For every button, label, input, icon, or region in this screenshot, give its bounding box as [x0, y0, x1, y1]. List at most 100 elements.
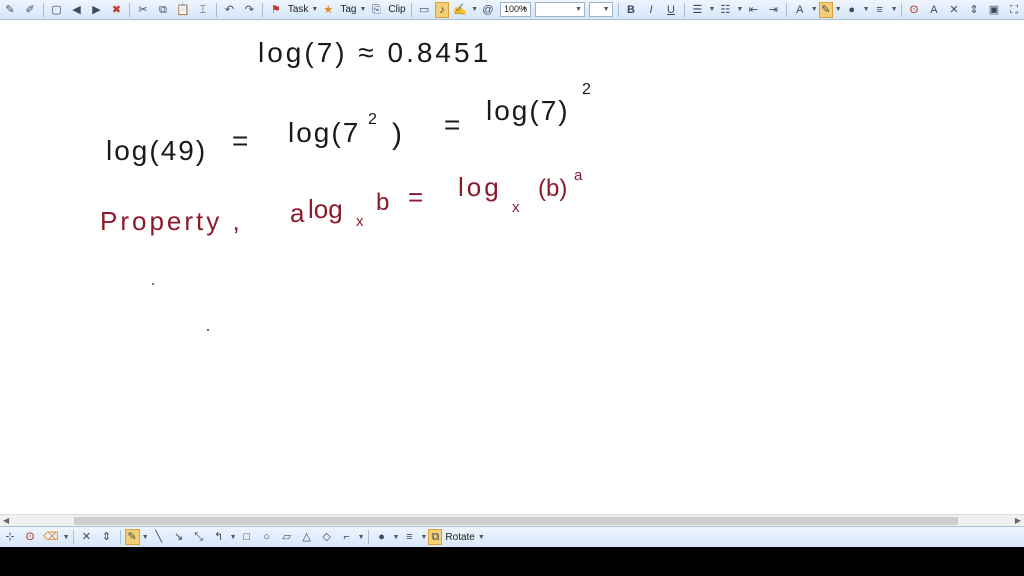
- scrollbar-thumb[interactable]: [74, 517, 958, 525]
- forward-arrow-icon[interactable]: ▶: [87, 2, 105, 18]
- fullscreen-icon[interactable]: ⛶: [1005, 2, 1023, 18]
- edit-icon[interactable]: ✐: [21, 2, 39, 18]
- main-toolbar: ✎ ✐ ▢ ◀ ▶ ✖ ✂ ⧉ 📋 ⌶ ↶ ↷ ⚑ Task ▼ ★ Tag ▼…: [0, 0, 1024, 20]
- ink-line-2-mid-close: ): [392, 118, 402, 151]
- chevron-down-icon[interactable]: ▼: [230, 534, 237, 541]
- chevron-down-icon[interactable]: ▼: [420, 534, 427, 541]
- pen-tool-icon[interactable]: ✎: [1, 2, 19, 18]
- ink-property-equals: =: [408, 182, 423, 212]
- connector-icon[interactable]: ↰: [210, 529, 228, 545]
- copy-icon[interactable]: ⧉: [154, 2, 172, 18]
- outdent-icon[interactable]: ⇤: [744, 2, 762, 18]
- arrange-icon[interactable]: ⧉: [428, 529, 443, 545]
- ink-property-rhs-base: x: [512, 199, 520, 216]
- pen-settings-icon[interactable]: ✍: [451, 2, 469, 18]
- toolbar-divider: [119, 530, 121, 544]
- tag-button[interactable]: Tag: [338, 4, 358, 15]
- insert-space-icon[interactable]: ⇕: [98, 529, 116, 545]
- font-color-button[interactable]: A: [791, 2, 809, 18]
- numbered-list-icon[interactable]: ☷: [716, 2, 734, 18]
- chevron-down-icon[interactable]: ▼: [359, 6, 366, 13]
- undo-icon[interactable]: ↶: [220, 2, 238, 18]
- back-arrow-icon[interactable]: ◀: [67, 2, 85, 18]
- zoom-select[interactable]: 100% ▼: [500, 2, 532, 17]
- double-arrow-icon[interactable]: ⤡: [190, 529, 208, 545]
- page-view-icon[interactable]: ▭: [415, 2, 433, 18]
- clear-format-icon[interactable]: ✕: [945, 2, 963, 18]
- horizontal-scrollbar[interactable]: ◀ ▶: [0, 514, 1024, 526]
- writing-canvas[interactable]: log(7) ≈ 0.8451 log(49) = log(7 2 ) = lo…: [0, 20, 1024, 514]
- ink-property-b: b: [376, 189, 389, 216]
- format-painter-icon[interactable]: ⌶: [194, 2, 212, 18]
- ellipse-icon[interactable]: ○: [258, 529, 276, 545]
- ink-line-2-right: log(7): [486, 95, 570, 126]
- chevron-down-icon[interactable]: ▼: [142, 534, 149, 541]
- font-size-select[interactable]: ▼: [589, 2, 613, 17]
- chevron-down-icon[interactable]: ▼: [393, 534, 400, 541]
- scroll-left-icon[interactable]: ◀: [3, 515, 9, 526]
- pen-color-icon[interactable]: ●: [843, 2, 861, 18]
- ink-property-rhs-log: log: [458, 172, 502, 202]
- select-tool-icon[interactable]: ⊹: [1, 529, 19, 545]
- clip-button[interactable]: Clip: [386, 4, 407, 15]
- page-icon[interactable]: ▣: [985, 2, 1003, 18]
- eraser-icon[interactable]: ⌫: [41, 529, 61, 545]
- delete-icon[interactable]: ✕: [78, 529, 96, 545]
- tag-star-icon[interactable]: ★: [319, 2, 337, 18]
- lasso-icon[interactable]: ʘ: [21, 529, 39, 545]
- audio-icon[interactable]: ♪: [435, 1, 450, 18]
- ink-property-rhs-exponent: a: [574, 167, 583, 184]
- bullet-list-icon[interactable]: ☰: [688, 2, 706, 18]
- at-sign-icon[interactable]: @: [479, 2, 497, 18]
- chevron-down-icon[interactable]: ▼: [811, 6, 818, 13]
- new-page-icon[interactable]: ▢: [47, 2, 65, 18]
- chevron-down-icon[interactable]: ▼: [471, 6, 478, 13]
- freeform-icon[interactable]: ⌐: [338, 529, 356, 545]
- indent-icon[interactable]: ⇥: [764, 2, 782, 18]
- arrow-line-icon[interactable]: ↘: [170, 529, 188, 545]
- chevron-down-icon[interactable]: ▼: [736, 6, 743, 13]
- fill-color-icon[interactable]: ●: [373, 529, 391, 545]
- font-name-select[interactable]: ▼: [535, 2, 586, 17]
- font-size-button[interactable]: A: [925, 2, 943, 18]
- highlighter-icon[interactable]: ✎: [818, 1, 833, 18]
- chevron-down-icon[interactable]: ▼: [358, 534, 365, 541]
- rectangle-icon[interactable]: □: [238, 529, 256, 545]
- paste-icon[interactable]: 📋: [174, 2, 192, 18]
- scroll-right-icon[interactable]: ▶: [1015, 515, 1021, 526]
- toolbar-divider: [72, 530, 74, 544]
- chevron-down-icon[interactable]: ▼: [891, 6, 898, 13]
- line-style-icon[interactable]: ≡: [871, 2, 889, 18]
- bottom-black-bar: [0, 547, 1024, 576]
- ink-property-log: log: [308, 194, 343, 224]
- line-weight-icon[interactable]: ≡: [400, 529, 418, 545]
- chevron-down-icon[interactable]: ▼: [63, 534, 70, 541]
- ink-property-rhs-b: (b): [538, 175, 567, 202]
- triangle-icon[interactable]: △: [298, 529, 316, 545]
- task-flag-icon[interactable]: ⚑: [267, 2, 285, 18]
- line-icon[interactable]: ╲: [150, 529, 168, 545]
- rotate-button[interactable]: Rotate: [443, 532, 476, 543]
- underline-button[interactable]: U: [662, 2, 680, 18]
- parallelogram-icon[interactable]: ▱: [278, 529, 296, 545]
- ink-line-1: log(7) ≈ 0.8451: [258, 37, 491, 68]
- pen-icon[interactable]: ✎: [124, 529, 140, 545]
- lasso-icon[interactable]: ʘ: [905, 2, 923, 18]
- insert-space-icon[interactable]: ⇕: [965, 2, 983, 18]
- ink-line-2-equals: =: [232, 125, 248, 156]
- chevron-down-icon[interactable]: ▼: [835, 6, 842, 13]
- clip-icon[interactable]: ⎘: [367, 2, 385, 18]
- redo-icon[interactable]: ↷: [240, 2, 258, 18]
- cut-icon[interactable]: ✂: [134, 2, 152, 18]
- chevron-down-icon[interactable]: ▼: [478, 534, 485, 541]
- chevron-down-icon[interactable]: ▼: [708, 6, 715, 13]
- bold-button[interactable]: B: [622, 2, 640, 18]
- chevron-down-icon[interactable]: ▼: [311, 6, 318, 13]
- ink-line-2-equals-2: =: [444, 109, 460, 140]
- task-button[interactable]: Task: [286, 4, 311, 15]
- ink-dot: [207, 329, 209, 331]
- delete-page-icon[interactable]: ✖: [107, 2, 125, 18]
- chevron-down-icon[interactable]: ▼: [863, 6, 870, 13]
- italic-button[interactable]: I: [642, 2, 660, 18]
- diamond-icon[interactable]: ◇: [318, 529, 336, 545]
